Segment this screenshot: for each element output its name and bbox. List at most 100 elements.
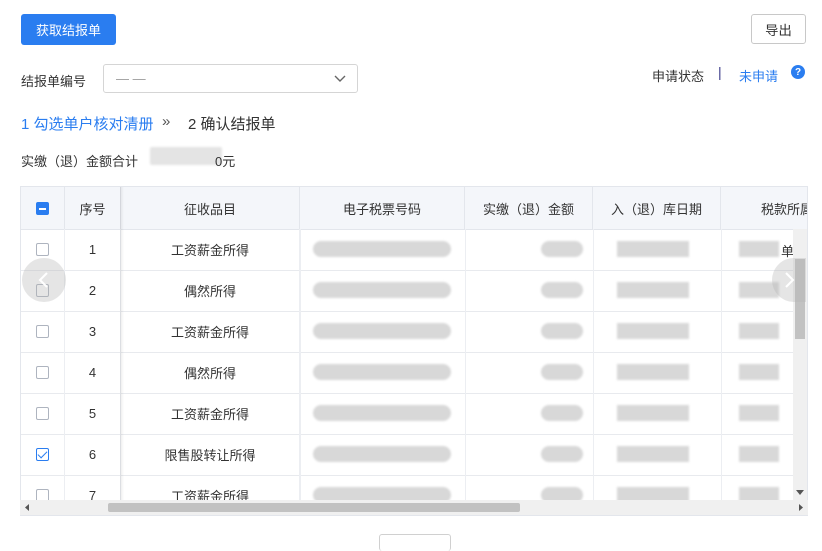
row-item: 工资薪金所得 [121,229,300,270]
column-divider [465,393,466,434]
table-row[interactable]: 4 偶然所得 [21,352,807,394]
scroll-down-icon[interactable] [796,490,804,496]
row-checkbox-cell [21,311,65,352]
row-checkbox[interactable] [36,448,49,461]
column-divider [593,270,594,311]
fixed-column-shadow [120,187,124,515]
column-divider [721,311,722,352]
column-divider [300,270,301,311]
column-divider [721,270,722,311]
ticket-masked [313,323,451,339]
period-masked [739,364,779,380]
report-table: 序号 征收品目 电子税票号码 实缴（退）金额 入（退）库日期 税款所属 1 工资薪… [20,186,808,516]
table-row[interactable]: 1 工资薪金所得单 [21,229,807,271]
row-no: 1 [65,229,121,270]
step-arrow-icon: » [162,113,171,130]
column-divider [465,270,466,311]
ticket-masked [313,282,451,298]
chevron-left-icon [38,272,48,288]
row-item: 限售股转让所得 [121,434,300,475]
apply-status-label: 申请状态 [652,69,705,84]
status-separator: | [718,64,722,80]
row-checkbox[interactable] [36,243,49,256]
chevron-right-icon [785,272,795,288]
column-divider [300,434,301,475]
row-item: 偶然所得 [121,270,300,311]
date-masked [617,446,689,462]
column-divider [593,311,594,352]
table-header: 序号 征收品目 电子税票号码 实缴（退）金额 入（退）库日期 税款所属 [21,187,807,230]
date-masked [617,364,689,380]
horizontal-scrollbar[interactable] [20,500,808,515]
period-masked [739,241,779,257]
pagination-button[interactable] [379,534,451,551]
period-masked [739,323,779,339]
table-row[interactable]: 6 限售股转让所得 [21,434,807,476]
row-checkbox[interactable] [36,325,49,338]
ticket-masked [313,405,451,421]
column-divider [465,311,466,352]
table-row[interactable]: 2 偶然所得 [21,270,807,312]
column-divider [465,352,466,393]
step-1-link[interactable]: 1 勾选单户核对清册 [21,113,154,134]
step-2-label: 2 确认结报单 [188,116,276,133]
row-checkbox-cell [21,352,65,393]
fetch-report-button[interactable]: 获取结报单 [21,14,116,45]
scroll-left-icon[interactable] [23,503,31,512]
column-divider [721,393,722,434]
column-divider [300,393,301,434]
ticket-masked [313,241,451,257]
select-all-cell [21,187,65,229]
column-divider [593,393,594,434]
prev-arrow-button[interactable] [22,258,66,302]
amount-masked [541,446,583,462]
select-value: — — [116,71,146,86]
ticket-masked [313,446,451,462]
help-icon[interactable]: ? [791,65,805,79]
row-no: 4 [65,352,121,393]
report-number-select[interactable]: — — [103,64,358,93]
date-masked [617,282,689,298]
row-checkbox[interactable] [36,366,49,379]
horizontal-scroll-thumb[interactable] [108,503,520,512]
row-item: 工资薪金所得 [121,393,300,434]
amount-masked [541,323,583,339]
date-masked [617,323,689,339]
row-item: 工资薪金所得 [121,311,300,352]
date-masked [617,405,689,421]
select-all-checkbox[interactable] [36,201,49,215]
report-number-label: 结报单编号 [21,74,87,89]
header-item: 征收品目 [121,187,300,229]
period-masked [739,446,779,462]
row-no: 5 [65,393,121,434]
column-divider [465,229,466,270]
row-no: 2 [65,270,121,311]
table-row[interactable]: 3 工资薪金所得 [21,311,807,353]
column-divider [593,229,594,270]
row-checkbox[interactable] [36,407,49,420]
row-checkbox-cell [21,434,65,475]
header-date: 入（退）库日期 [593,187,721,229]
row-no: 6 [65,434,121,475]
table-row[interactable]: 5 工资薪金所得 [21,393,807,435]
header-amount: 实缴（退）金额 [465,187,593,229]
amount-masked [541,241,583,257]
amount-masked [541,282,583,298]
column-divider [721,434,722,475]
total-amount-masked [150,147,222,165]
column-divider [721,352,722,393]
date-masked [617,241,689,257]
period-masked [739,405,779,421]
row-checkbox-cell [21,393,65,434]
amount-masked [541,405,583,421]
column-divider [300,311,301,352]
column-divider [465,434,466,475]
column-divider [721,229,722,270]
apply-status-value: 未申请 [739,69,779,84]
scroll-right-icon[interactable] [797,503,805,512]
header-ticket: 电子税票号码 [300,187,465,229]
ticket-masked [313,364,451,380]
export-button[interactable]: 导出 [751,14,806,44]
total-amount-label: 实缴（退）金额合计 [21,154,139,169]
column-divider [300,229,301,270]
